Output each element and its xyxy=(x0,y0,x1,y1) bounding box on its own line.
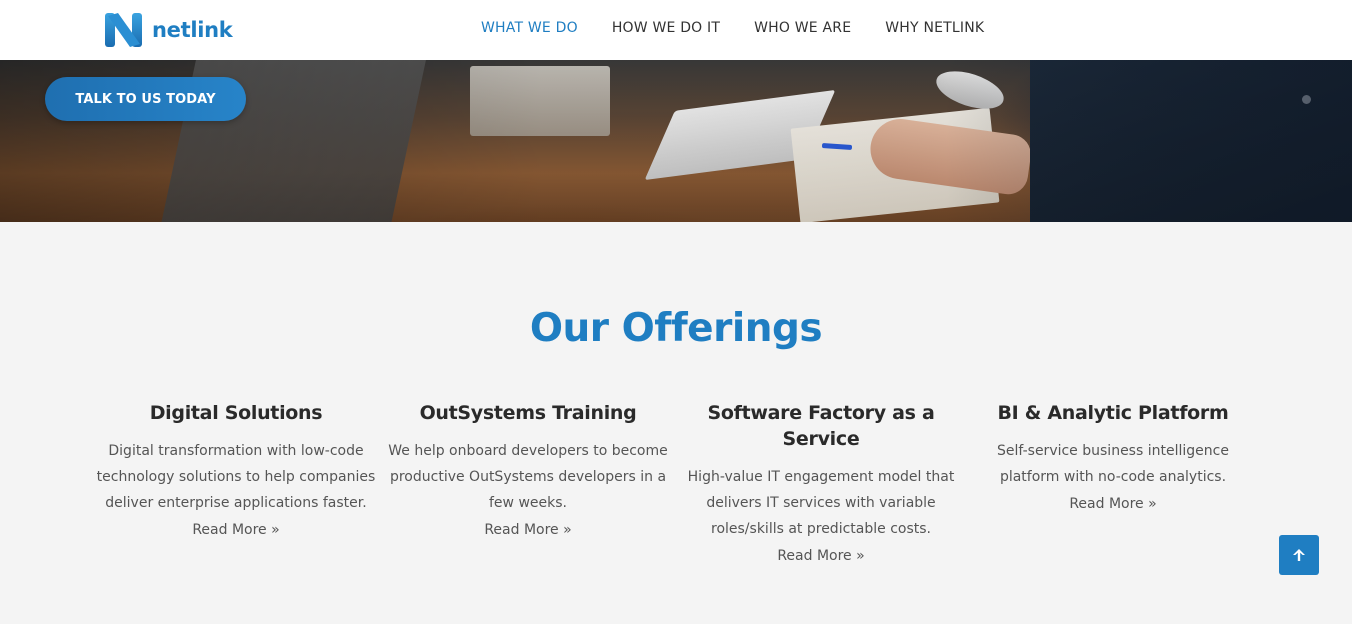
offerings-title: Our Offerings xyxy=(529,306,823,351)
logo[interactable]: netlink xyxy=(104,12,233,48)
offering-card-outsystems-training: OutSystems Training We help onboard deve… xyxy=(383,400,673,538)
nav-item-how-we-do-it[interactable]: HOW WE DO IT xyxy=(612,20,720,36)
offering-card-bi-analytic-platform: BI & Analytic Platform Self-service busi… xyxy=(968,400,1258,512)
offering-card-software-factory: Software Factory as a Service High-value… xyxy=(676,400,966,564)
nav-item-what-we-do[interactable]: WHAT WE DO xyxy=(481,20,578,36)
offering-title: Software Factory as a Service xyxy=(707,402,935,450)
read-more-link[interactable]: Read More » xyxy=(777,548,864,564)
offering-card-digital-solutions: Digital Solutions Digital transformation… xyxy=(91,400,381,538)
offering-title: Digital Solutions xyxy=(149,402,323,424)
talk-to-us-button[interactable]: TALK TO US TODAY xyxy=(45,77,246,121)
offering-title: BI & Analytic Platform xyxy=(997,402,1229,424)
netlink-logo-icon xyxy=(105,13,142,47)
hero-banner: TALK TO US TODAY xyxy=(0,60,1352,222)
read-more-link[interactable]: Read More » xyxy=(484,522,571,538)
offering-description: Digital transformation with low-code tec… xyxy=(96,443,376,511)
nav-item-why-netlink[interactable]: WHY NETLINK xyxy=(885,20,984,36)
arrow-up-icon xyxy=(1293,549,1305,561)
site-header: netlink WHAT WE DO HOW WE DO IT WHO WE A… xyxy=(0,0,1352,60)
main-nav: WHAT WE DO HOW WE DO IT WHO WE ARE WHY N… xyxy=(481,20,1018,36)
read-more-link[interactable]: Read More » xyxy=(192,522,279,538)
offering-description: High-value IT engagement model that deli… xyxy=(687,469,955,537)
read-more-link[interactable]: Read More » xyxy=(1069,496,1156,512)
scroll-to-top-button[interactable] xyxy=(1279,535,1319,575)
nav-item-who-we-are[interactable]: WHO WE ARE xyxy=(754,20,851,36)
offering-title: OutSystems Training xyxy=(419,402,637,424)
logo-text: netlink xyxy=(152,18,233,42)
offering-description: We help onboard developers to become pro… xyxy=(388,443,668,511)
offering-description: Self-service business intelligence platf… xyxy=(997,443,1229,485)
